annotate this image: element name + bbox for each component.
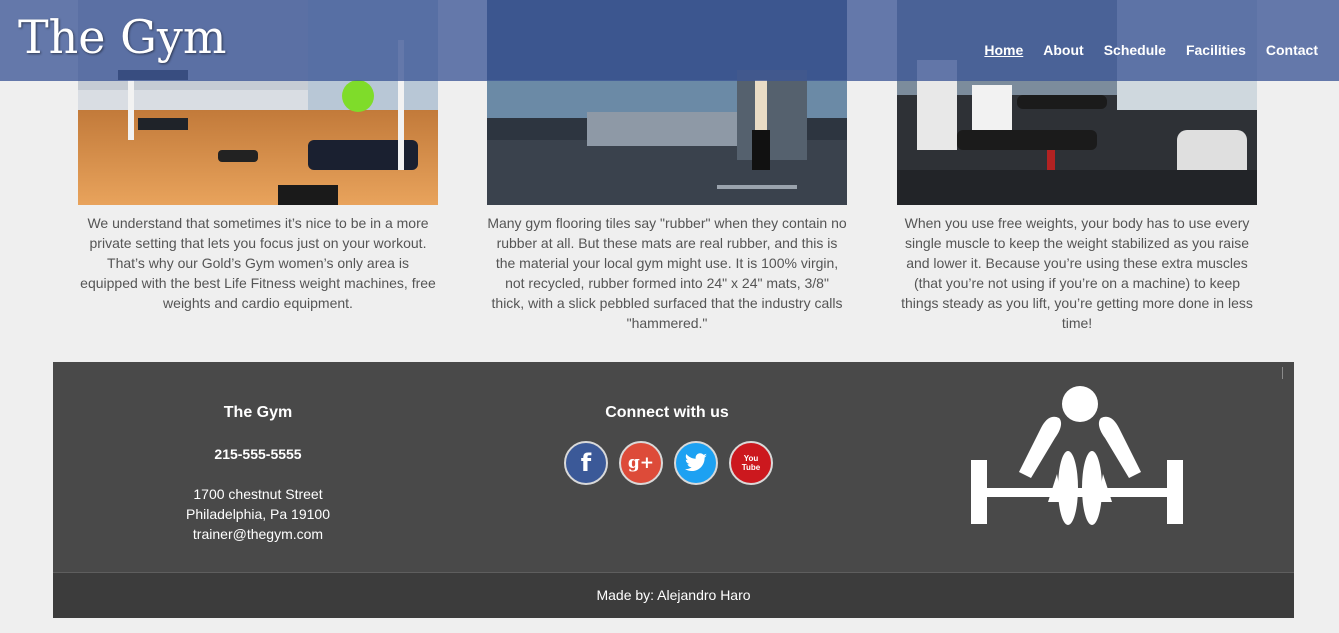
rubber-flooring-description: Many gym flooring tiles say "rubber" whe… bbox=[487, 215, 847, 331]
womens-area-description: We understand that sometimes it’s nice t… bbox=[80, 215, 436, 311]
footer-address-line1: 1700 chestnut Street bbox=[193, 486, 323, 502]
google-plus-icon[interactable]: g+ bbox=[619, 441, 663, 485]
site-header: The Gym Home About Schedule Facilities C… bbox=[0, 0, 1339, 81]
facebook-glyph: f bbox=[580, 449, 592, 477]
youtube-icon[interactable]: You Tube bbox=[729, 441, 773, 485]
footer-scroll-tick bbox=[1282, 367, 1283, 379]
footer-brand: The Gym bbox=[223, 404, 293, 421]
footer-phone: 215-555-5555 bbox=[214, 446, 302, 462]
footer-address-line2: Philadelphia, Pa 19100 bbox=[185, 506, 330, 522]
footer-email[interactable]: trainer@thegym.com bbox=[158, 524, 358, 544]
nav-schedule[interactable]: Schedule bbox=[1104, 42, 1166, 58]
twitter-icon[interactable] bbox=[674, 441, 718, 485]
free-weights-description: When you use free weights, your body has… bbox=[901, 215, 1253, 331]
nav-home[interactable]: Home bbox=[984, 42, 1023, 58]
social-links: f g+ You Tube bbox=[564, 441, 773, 485]
site-footer: The Gym 215-555-5555 1700 chestnut Stree… bbox=[53, 362, 1294, 618]
nav-facilities[interactable]: Facilities bbox=[1186, 42, 1246, 58]
facebook-icon[interactable]: f bbox=[564, 441, 608, 485]
site-logo[interactable]: The Gym bbox=[18, 10, 227, 64]
main-nav: Home About Schedule Facilities Contact bbox=[984, 42, 1318, 58]
footer-credit: Made by: Alejandro Haro bbox=[596, 587, 751, 603]
youtube-glyph: You Tube bbox=[741, 454, 761, 472]
nav-contact[interactable]: Contact bbox=[1266, 42, 1318, 58]
nav-about[interactable]: About bbox=[1043, 42, 1083, 58]
twitter-bird-icon bbox=[684, 453, 707, 471]
weightlifter-logo-icon bbox=[971, 386, 1183, 525]
footer-address: 1700 chestnut Street Philadelphia, Pa 19… bbox=[158, 484, 358, 544]
connect-heading: Connect with us bbox=[605, 404, 729, 421]
google-plus-glyph: g+ bbox=[627, 453, 655, 473]
